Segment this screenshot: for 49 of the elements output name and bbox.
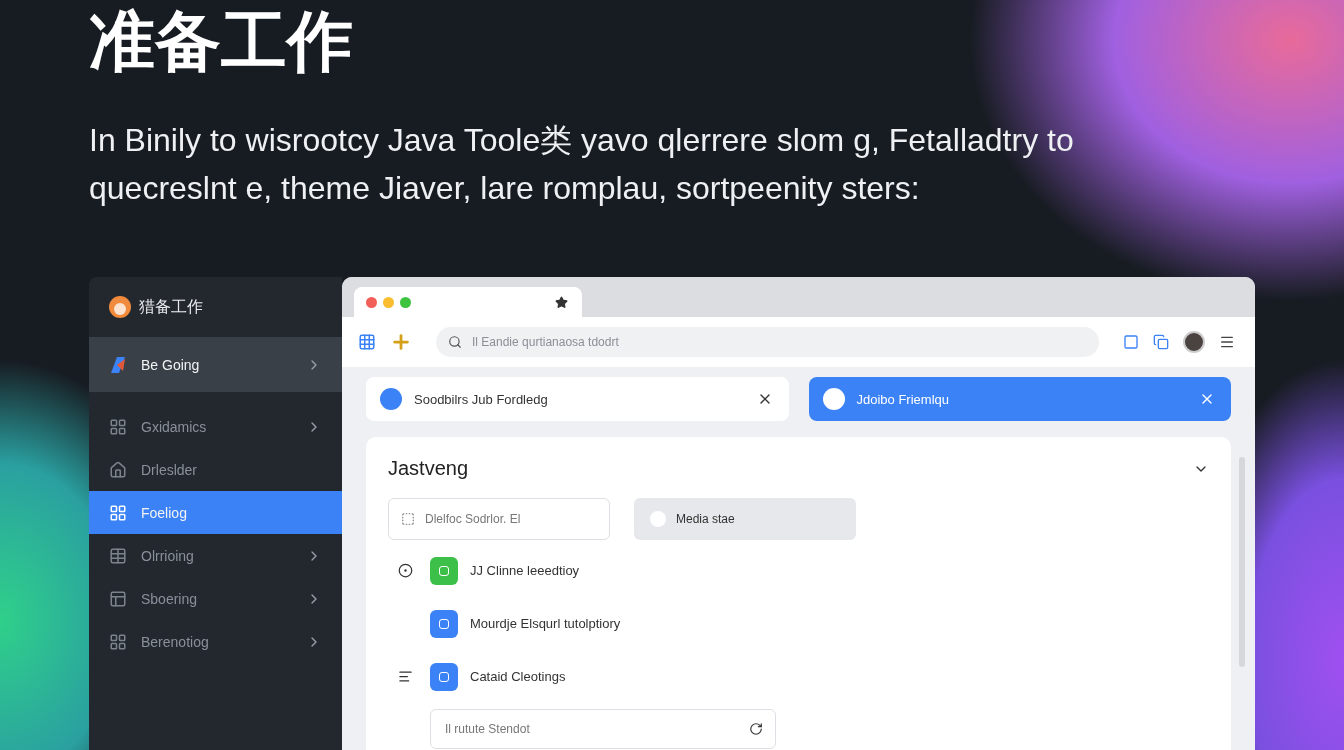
grid-icon (109, 417, 127, 436)
notification-text: Jdoibo Friemlqu (856, 391, 950, 407)
sidebar-item[interactable]: Be Going (89, 337, 342, 392)
sidebar-item[interactable]: Sboering (89, 577, 342, 620)
logo-icon (109, 354, 127, 375)
page-title: 准备工作 (89, 2, 353, 80)
list-item-text[interactable]: Mourdje Elsqurl tutolptiory (470, 616, 621, 631)
scrollbar[interactable] (1239, 457, 1245, 667)
refresh-icon[interactable] (749, 722, 763, 736)
input-field[interactable]: Dlelfoc Sodrlor. El (388, 498, 610, 540)
sidebar-item[interactable]: Olrrioing (89, 534, 342, 577)
grid-icon[interactable] (358, 333, 376, 351)
sidebar-item[interactable]: Gxidamics (89, 405, 342, 448)
list-icon (398, 669, 413, 684)
square-icon (401, 512, 415, 526)
layout-icon (109, 589, 127, 608)
square-icon[interactable] (1123, 334, 1139, 350)
notification-card[interactable]: Soodbilrs Jub Fordledg (366, 377, 789, 421)
panel-title: Jastveng (388, 457, 469, 480)
notification-card[interactable]: Jdoibo Friemlqu (808, 377, 1231, 421)
sidebar-item[interactable]: Drleslder (89, 448, 342, 491)
media-button[interactable]: Media stae (634, 498, 856, 540)
sidebar-item[interactable]: Foeliog (89, 491, 342, 534)
plus-icon[interactable] (390, 331, 412, 353)
address-bar[interactable]: Il Eandie qurtianaosa tdodrt (436, 327, 1099, 357)
list-item-text[interactable]: JJ Clinne leeedtioy (470, 563, 580, 578)
maximize-dot[interactable] (400, 296, 411, 308)
app-icon (380, 388, 402, 410)
profile-avatar[interactable] (1183, 331, 1205, 353)
grid-icon (109, 632, 127, 651)
app-icon (822, 388, 845, 410)
notification-text: Soodbilrs Jub Fordledg (414, 391, 549, 407)
intro-paragraph: In Binily to wisrootcy Java Toole类 yavo qlerrere slom g, Fetalladtry to quecreslnt e, theme Jiaver, lare romplau, sortpeenity sters: (89, 121, 1075, 208)
menu-icon[interactable] (1219, 334, 1235, 350)
star-icon[interactable] (555, 295, 568, 309)
search-icon (448, 335, 462, 349)
search-field[interactable]: Il rutute Stendot (430, 709, 776, 749)
list-item-text[interactable]: Cataid Cleotings (470, 669, 566, 684)
circle-icon (398, 563, 413, 578)
table-icon (109, 546, 127, 565)
avatar-icon (109, 296, 131, 318)
minimize-dot[interactable] (383, 296, 394, 308)
blob-icon (650, 511, 666, 527)
grid-icon (109, 503, 127, 522)
home-icon (109, 460, 127, 479)
sidebar-title: 猎备工作 (139, 296, 203, 317)
copy-icon[interactable] (1153, 334, 1169, 350)
sidebar-item[interactable]: Berenotiog (89, 620, 342, 663)
close-dot[interactable] (366, 296, 377, 308)
